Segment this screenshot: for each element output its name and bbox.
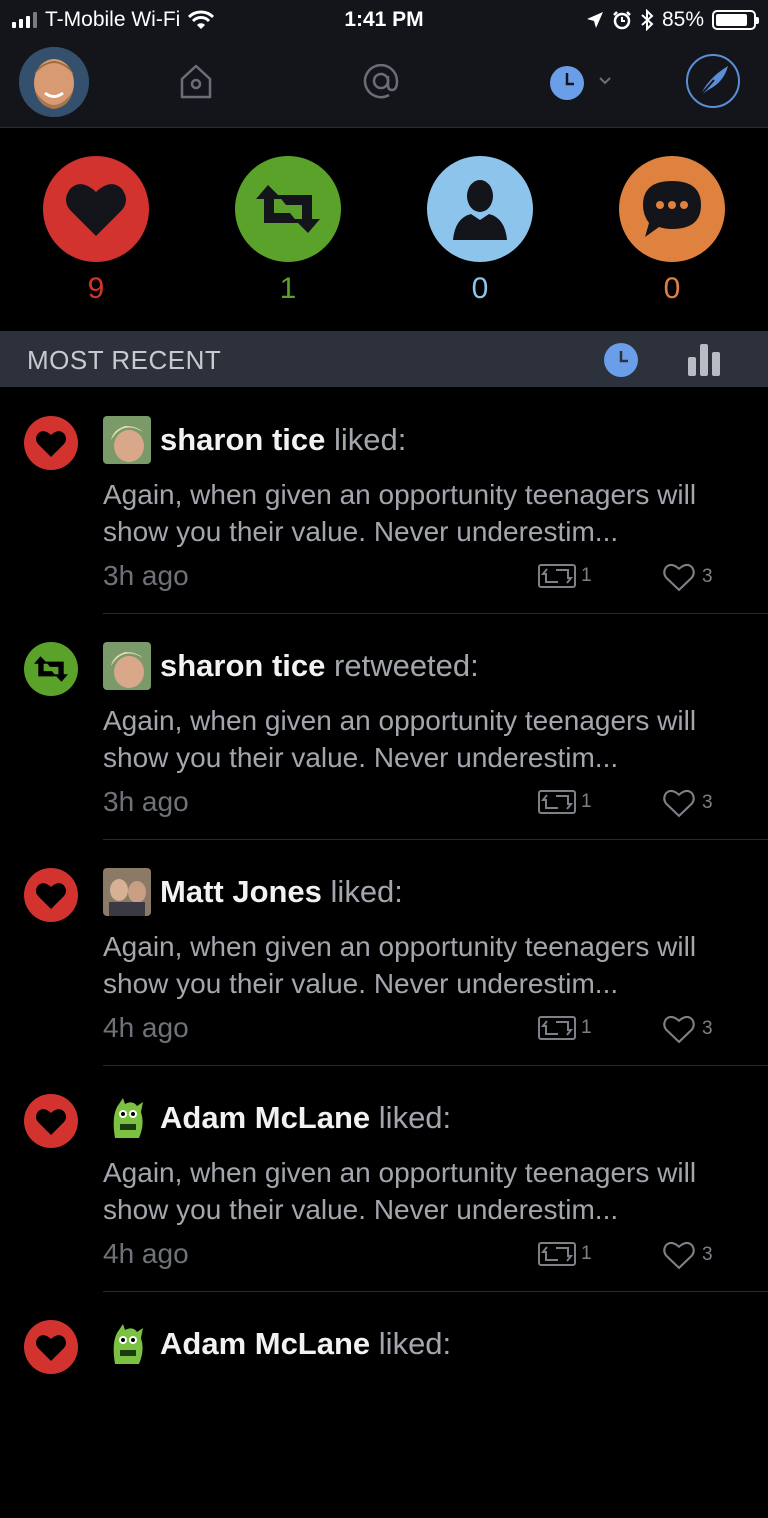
like-count: 3 <box>662 1014 713 1044</box>
replies-stat[interactable]: 0 <box>618 156 726 306</box>
retweet-count: 1 <box>538 1016 592 1040</box>
activity-list: sharon tice liked: Again, when given an … <box>0 388 768 1518</box>
user-name[interactable]: Matt Jones <box>160 874 322 909</box>
like-count: 3 <box>662 788 713 818</box>
retweet-icon <box>538 1016 576 1040</box>
tweet-text[interactable]: Again, when given an opportunity teenage… <box>103 1154 753 1228</box>
status-bar: T-Mobile Wi-Fi 1:41 PM 85% <box>0 0 768 40</box>
location-arrow-icon <box>586 12 603 28</box>
user-avatar[interactable] <box>103 642 151 690</box>
heart-outline-icon <box>663 563 695 592</box>
user-avatar[interactable] <box>103 868 151 916</box>
retweet-icon <box>538 1242 576 1266</box>
activity-stats: 9 1 0 0 <box>0 128 768 330</box>
timestamp: 4h ago <box>103 1012 189 1043</box>
timestamp: 3h ago <box>103 560 189 591</box>
like-count: 3 <box>662 562 713 592</box>
bluetooth-icon <box>641 9 654 31</box>
quill-icon <box>697 66 728 99</box>
alarm-icon <box>613 11 631 30</box>
heart-icon <box>24 1320 78 1374</box>
follows-count: 0 <box>471 272 489 305</box>
heart-outline-icon <box>663 1241 695 1270</box>
compose-button[interactable] <box>686 54 740 108</box>
retweets-stat[interactable]: 1 <box>234 156 342 306</box>
chevron-down-icon[interactable] <box>598 76 612 86</box>
timestamp: 3h ago <box>103 786 189 817</box>
heart-outline-icon <box>663 789 695 818</box>
battery-percent: 85% <box>661 8 704 31</box>
action-label: liked: <box>334 422 407 457</box>
tweet-text[interactable]: Again, when given an opportunity teenage… <box>103 702 753 776</box>
heart-icon <box>24 416 78 470</box>
retweet-count: 1 <box>538 564 592 588</box>
retweet-icon <box>538 790 576 814</box>
section-header: MOST RECENT <box>0 331 768 387</box>
tweet-text[interactable]: Again, when given an opportunity teenage… <box>103 928 753 1002</box>
list-item[interactable]: Matt Jones liked: Again, when given an o… <box>0 840 768 1066</box>
sort-popular-icon[interactable] <box>687 341 723 377</box>
like-count: 3 <box>662 1240 713 1270</box>
user-avatar[interactable] <box>103 1320 151 1368</box>
user-name[interactable]: sharon tice <box>160 422 325 457</box>
action-label: liked: <box>378 1326 452 1361</box>
list-item[interactable]: Adam McLane liked: <box>0 1292 768 1518</box>
retweets-count: 1 <box>279 272 297 305</box>
retweet-count: 1 <box>538 790 592 814</box>
timestamp: 4h ago <box>103 1238 189 1269</box>
speech-bubble-icon <box>619 156 725 262</box>
home-icon[interactable] <box>178 62 214 100</box>
person-icon <box>427 156 533 262</box>
heart-icon <box>24 1094 78 1148</box>
retweet-icon <box>24 642 78 696</box>
replies-count: 0 <box>663 272 681 305</box>
likes-stat[interactable]: 9 <box>42 156 150 306</box>
tweet-text[interactable]: Again, when given an opportunity teenage… <box>103 476 753 550</box>
nav-bar <box>0 40 768 128</box>
action-label: liked: <box>330 874 403 909</box>
retweet-icon <box>235 156 341 262</box>
user-name[interactable]: sharon tice <box>160 648 325 683</box>
user-name[interactable]: Adam McLane <box>160 1100 370 1135</box>
heart-outline-icon <box>663 1015 695 1044</box>
list-item[interactable]: sharon tice liked: Again, when given an … <box>0 388 768 614</box>
list-item[interactable]: sharon tice retweeted: Again, when given… <box>0 614 768 840</box>
action-label: liked: <box>378 1100 452 1135</box>
heart-icon <box>43 156 149 262</box>
user-avatar[interactable] <box>103 1094 151 1142</box>
sort-recent-icon[interactable] <box>603 342 639 378</box>
user-name[interactable]: Adam McLane <box>160 1326 370 1361</box>
profile-avatar[interactable] <box>19 47 89 117</box>
retweet-count: 1 <box>538 1242 592 1266</box>
clock-icon[interactable] <box>548 64 586 102</box>
mentions-icon[interactable] <box>362 62 400 100</box>
user-avatar[interactable] <box>103 416 151 464</box>
likes-count: 9 <box>87 272 105 305</box>
section-title: MOST RECENT <box>27 345 222 375</box>
action-label: retweeted: <box>334 648 479 683</box>
retweet-icon <box>538 564 576 588</box>
heart-icon <box>24 868 78 922</box>
battery-icon <box>712 10 759 30</box>
list-item[interactable]: Adam McLane liked: Again, when given an … <box>0 1066 768 1292</box>
follows-stat[interactable]: 0 <box>426 156 534 306</box>
